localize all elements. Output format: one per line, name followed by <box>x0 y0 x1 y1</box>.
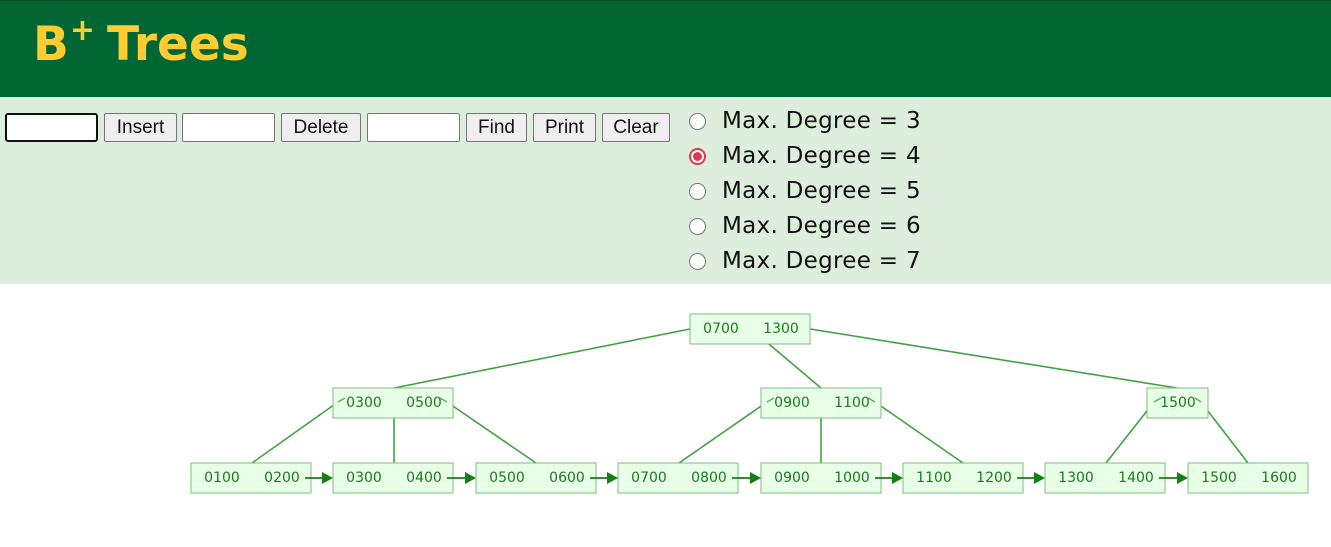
degree-option[interactable]: Max. Degree = 7 <box>689 246 921 276</box>
tree-canvas: 0700 1300 0300 0500 0900 1100 1500 0100 0200 0300… <box>0 284 1331 543</box>
node-key: 0300 <box>346 470 382 486</box>
page-title: B+ Trees <box>33 16 249 69</box>
node-key: 0400 <box>406 470 442 486</box>
print-button[interactable]: Print <box>533 113 596 142</box>
node-key: 0300 <box>346 395 382 411</box>
sibling-arrowhead <box>1034 472 1045 484</box>
sibling-arrowhead <box>322 472 333 484</box>
page-header: B+ Trees <box>0 0 1331 97</box>
radio-checked[interactable] <box>689 147 706 165</box>
degree-option-label: Max. Degree = 4 <box>722 143 921 169</box>
degree-option[interactable]: Max. Degree = 5 <box>689 176 921 206</box>
sibling-arrowhead <box>607 472 618 484</box>
radio-unchecked[interactable] <box>689 217 706 235</box>
tree-edge <box>874 401 964 464</box>
insert-input[interactable] <box>5 113 98 142</box>
node-key: 1100 <box>834 395 870 411</box>
node-key: 0500 <box>406 395 442 411</box>
sibling-arrowhead <box>750 472 761 484</box>
title-letter: B <box>33 17 69 72</box>
tree-edge <box>446 401 537 464</box>
title-superscript: + <box>69 13 95 48</box>
sibling-arrowhead <box>892 472 903 484</box>
degree-option-label: Max. Degree = 7 <box>722 248 921 274</box>
sibling-arrowhead <box>465 472 476 484</box>
degree-option[interactable]: Max. Degree = 6 <box>689 211 921 241</box>
node-key: 1600 <box>1261 470 1297 486</box>
node-key: 0200 <box>264 470 300 486</box>
radio-unchecked[interactable] <box>689 112 706 130</box>
delete-button[interactable]: Delete <box>281 113 361 142</box>
radio-unchecked[interactable] <box>689 182 706 200</box>
degree-option-label: Max. Degree = 3 <box>722 108 921 134</box>
find-input[interactable] <box>367 113 460 142</box>
degree-option[interactable]: Max. Degree = 4 <box>689 141 921 171</box>
tree-edge <box>678 401 768 464</box>
bplus-tree-diagram: 0700 1300 0300 0500 0900 1100 1500 0100 0200 0300… <box>190 313 1309 494</box>
node-key: 1200 <box>976 470 1012 486</box>
node-key: 1300 <box>763 321 799 337</box>
node-key: 0900 <box>774 470 810 486</box>
tree-edge <box>393 327 696 389</box>
node-key: 1300 <box>1058 470 1094 486</box>
radio-unchecked[interactable] <box>689 252 706 270</box>
tree-edge <box>251 401 339 464</box>
insert-button[interactable]: Insert <box>104 113 177 142</box>
delete-input[interactable] <box>182 113 275 142</box>
node-key: 0700 <box>703 321 739 337</box>
node-key: 0100 <box>204 470 240 486</box>
node-key: 1000 <box>834 470 870 486</box>
controls-panel: Insert Delete Find Print Clear Max. Degr… <box>0 97 1331 284</box>
degree-option[interactable]: Max. Degree = 3 <box>689 106 921 136</box>
node-key: 1500 <box>1201 470 1237 486</box>
node-key: 1400 <box>1118 470 1154 486</box>
title-word: Trees <box>106 17 249 72</box>
node-key: 0800 <box>691 470 727 486</box>
node-key: 0900 <box>774 395 810 411</box>
tree-edge <box>803 327 1178 389</box>
degree-option-label: Max. Degree = 5 <box>722 178 921 204</box>
node-key: 0600 <box>549 470 585 486</box>
node-key: 1500 <box>1160 395 1196 411</box>
degree-option-label: Max. Degree = 6 <box>722 213 921 239</box>
sibling-arrowhead <box>1177 472 1188 484</box>
node-key: 0500 <box>489 470 525 486</box>
find-button[interactable]: Find <box>466 113 527 142</box>
node-key: 1100 <box>916 470 952 486</box>
node-key: 0700 <box>631 470 667 486</box>
clear-button[interactable]: Clear <box>602 113 670 142</box>
